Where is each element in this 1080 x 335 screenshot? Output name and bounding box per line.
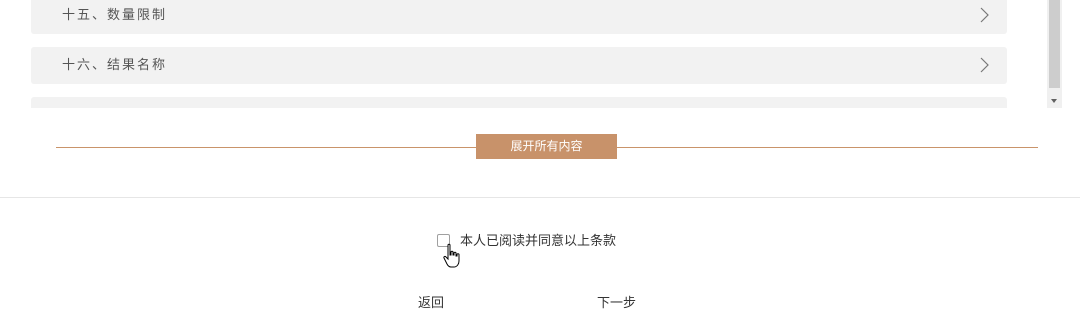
section-separator (0, 197, 1080, 198)
scroll-down-icon[interactable] (1051, 99, 1057, 103)
expand-all-button[interactable]: 展开所有内容 (476, 134, 617, 159)
terms-list: 十五、数量限制 十六、结果名称 (0, 0, 1062, 108)
hand-cursor-icon (443, 243, 460, 268)
accordion-item-16[interactable]: 十六、结果名称 (31, 47, 1007, 84)
chevron-right-icon (980, 57, 989, 73)
list-scrollbar[interactable] (1047, 0, 1062, 108)
accordion-title: 十五、数量限制 (62, 8, 168, 23)
accordion-title: 十六、结果名称 (62, 58, 168, 73)
accordion-item-15[interactable]: 十五、数量限制 (31, 0, 1007, 34)
scrollbar-thumb[interactable] (1049, 0, 1060, 88)
accordion-item-17[interactable] (31, 97, 1007, 108)
next-button[interactable]: 下一步 (597, 294, 636, 314)
chevron-right-icon (980, 7, 989, 23)
agreement-label[interactable]: 本人已阅读并同意以上条款 (460, 232, 616, 252)
divider-left (56, 147, 476, 148)
terms-page: 十五、数量限制 十六、结果名称 展开所有内容 本人已阅读并同意以上条款 返回 下… (0, 0, 1080, 335)
back-button[interactable]: 返回 (418, 294, 444, 314)
divider-right (617, 147, 1038, 148)
